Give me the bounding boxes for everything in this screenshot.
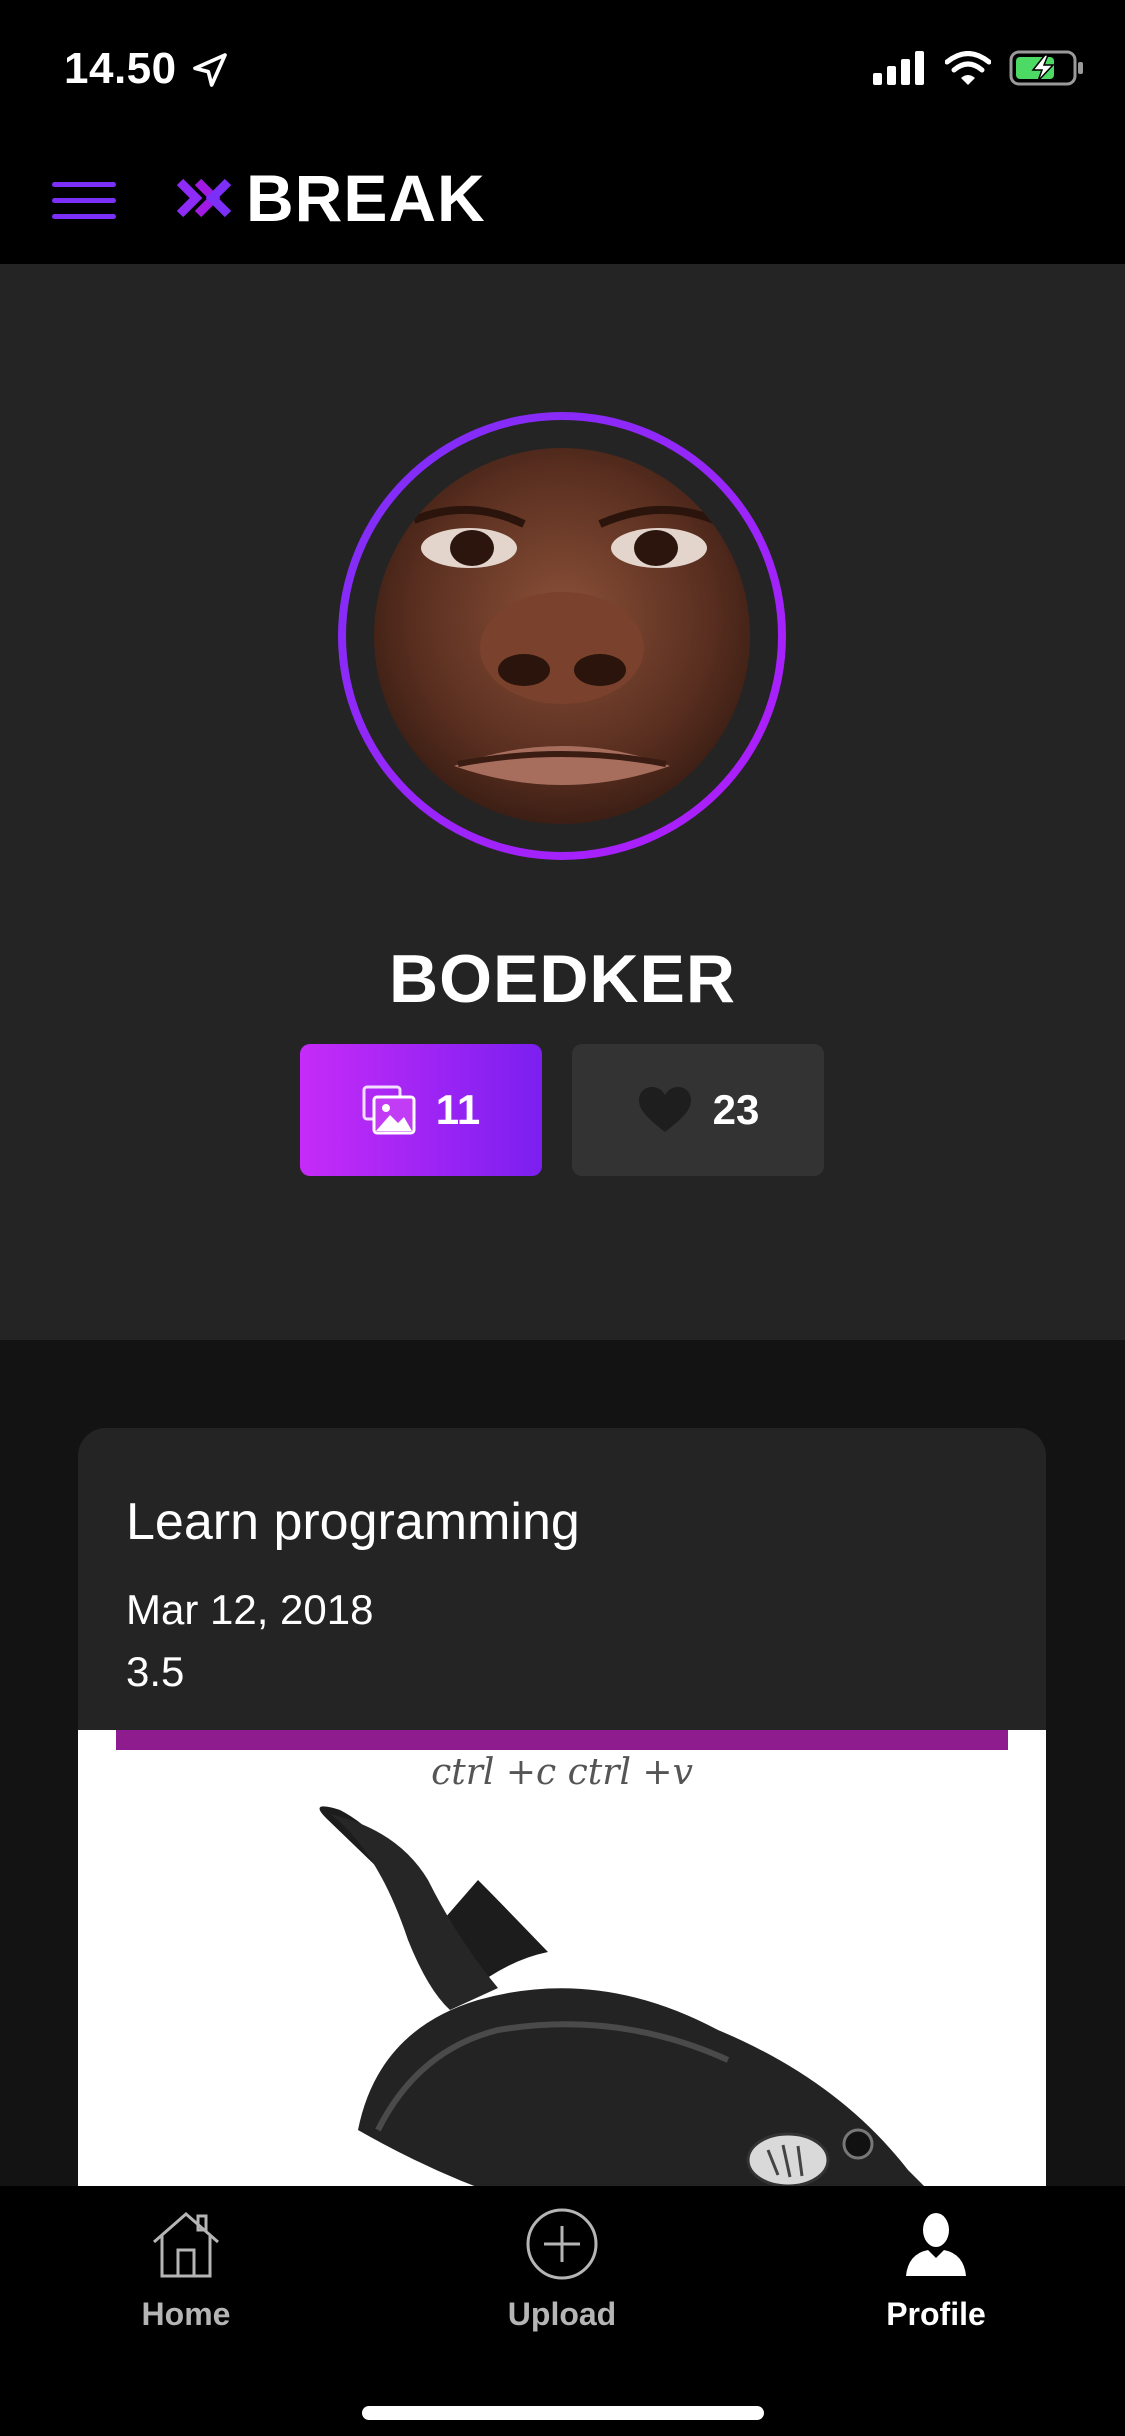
likes-count-button[interactable]: 23 [572,1044,824,1176]
user-icon [906,2213,966,2276]
photos-count: 11 [435,1086,481,1133]
tab-profile-label: Profile [886,2296,986,2332]
post-date: Mar 12, 2018 [126,1586,374,1633]
home-indicator[interactable] [362,2406,764,2420]
wifi-icon [945,51,991,85]
tab-home-label: Home [141,2296,231,2332]
hamburger-menu-button[interactable] [52,176,116,226]
location-arrow-icon [193,53,227,87]
status-time: 14.50 [64,44,177,93]
battery-icon [1009,50,1083,86]
avatar[interactable] [338,412,786,860]
home-icon [153,2212,219,2278]
post-score: 3.5 [126,1648,185,1695]
plus-circle-icon [526,2208,598,2280]
break-logo-icon [176,178,232,218]
photos-icon [362,1085,416,1135]
profile-screen: 14.50 BREAK BOEDKER 11 23 Learn programm… [0,0,1125,2436]
likes-count: 23 [712,1086,760,1133]
photos-count-button[interactable]: 11 [300,1044,542,1176]
app-header: BREAK [0,132,1125,264]
logo-text: BREAK [246,161,486,235]
status-indicators [873,50,1085,86]
app-logo: BREAK [176,160,486,236]
tab-home[interactable]: Home [66,2206,306,2356]
avatar-photo [374,448,750,824]
profile-header: BOEDKER 11 23 [0,264,1125,1340]
tab-bar: Home Upload Profile [0,2186,1125,2436]
face-photo [374,448,750,824]
tab-profile[interactable]: Profile [816,2206,1056,2356]
username: BOEDKER [388,941,737,1017]
heart-icon [638,1087,691,1132]
status-bar: 14.50 [0,0,1125,132]
tab-upload[interactable]: Upload [442,2206,682,2356]
signal-icon [873,51,924,85]
post-title: Learn programming [126,1493,580,1551]
tab-upload-label: Upload [507,2296,617,2332]
